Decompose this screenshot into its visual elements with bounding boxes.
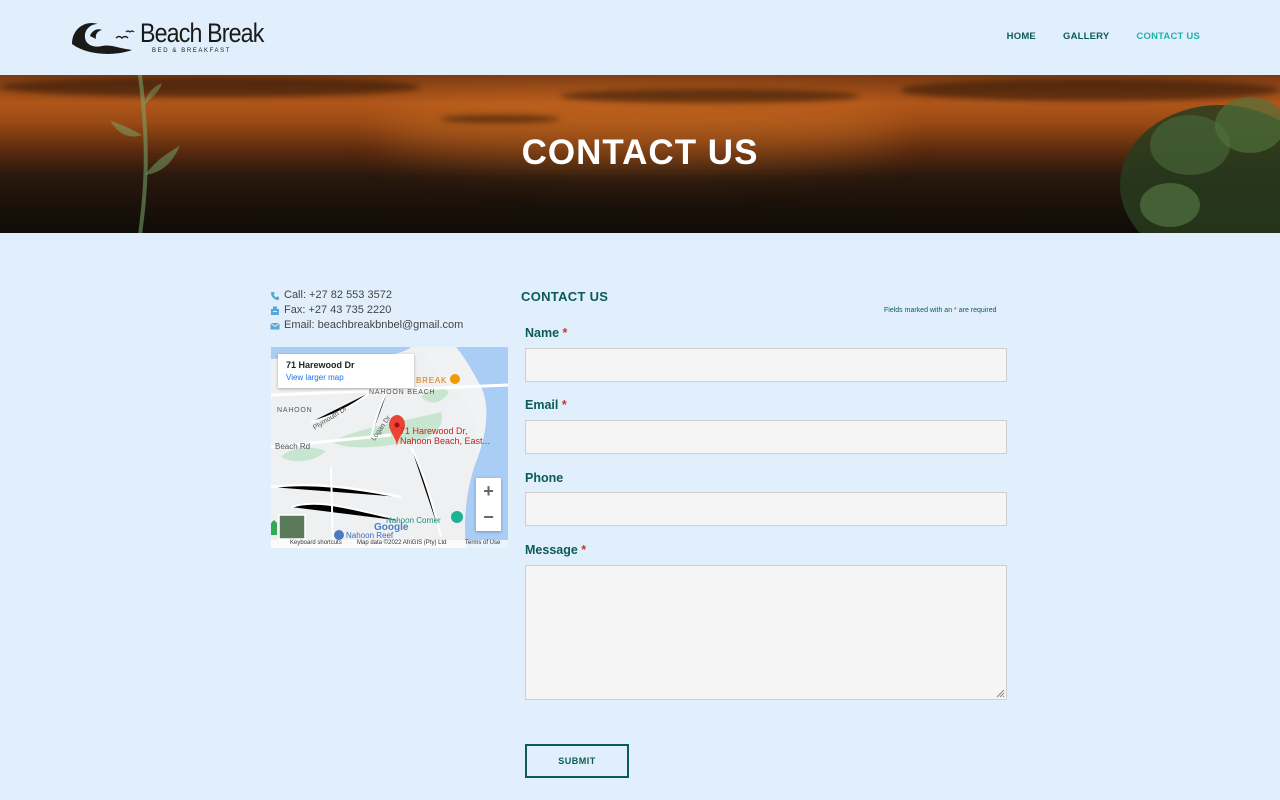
zoom-out-button[interactable]: − [476, 504, 501, 530]
message-label-text: Message [525, 543, 578, 557]
contact-email-text: Email: beachbreakbnbel@gmail.com [284, 319, 464, 331]
phone-input[interactable] [525, 492, 1007, 526]
required-star: * [562, 326, 568, 340]
required-star: * [561, 398, 567, 412]
required-note-prefix: Fields marked with an [884, 307, 953, 314]
fax-icon [271, 306, 279, 315]
form-title: CONTACT US [521, 289, 609, 304]
cloud-shape [440, 115, 560, 123]
contact-email[interactable]: Email: beachbreakbnbel@gmail.com [270, 318, 463, 333]
contact-phone[interactable]: Call: +27 82 553 3572 [270, 288, 463, 303]
map-place-card: 71 Harewood Dr View larger map [278, 354, 414, 388]
map-zoom-controls: + − [476, 478, 501, 531]
submit-button[interactable]: SUBMIT [525, 744, 629, 778]
main-nav: HOME GALLERY CONTACT US [1007, 31, 1200, 42]
contact-fax-text: Fax: +27 43 735 2220 [284, 304, 392, 316]
nav-gallery[interactable]: GALLERY [1063, 31, 1109, 42]
name-input[interactable] [525, 348, 1007, 382]
contact-fax: Fax: +27 43 735 2220 [270, 303, 463, 318]
contact-info: Call: +27 82 553 3572 Fax: +27 43 735 22… [270, 288, 463, 333]
zoom-in-button[interactable]: + [476, 478, 501, 504]
envelope-icon [270, 322, 280, 329]
map-data-attribution: Map data ©2022 AfriGIS (Pty) Ltd [357, 540, 447, 546]
keyboard-shortcuts-link[interactable]: Keyboard shortcuts [290, 540, 342, 546]
map-label-nahoon-beach: NAHOON BEACH [369, 389, 436, 396]
brand-name: Beach Break [140, 18, 264, 48]
phone-icon [271, 291, 279, 300]
cloud-shape [0, 77, 420, 97]
phone-label: Phone [525, 471, 563, 485]
map-label-beach-rd: Beach Rd [275, 442, 311, 451]
contact-phone-text: Call: +27 82 553 3572 [284, 289, 392, 301]
map-pin-address-line1: 71 Harewood Dr, [400, 426, 468, 436]
nav-contact-us[interactable]: CONTACT US [1136, 31, 1200, 42]
google-logo: Google [374, 522, 409, 533]
email-label: Email * [525, 398, 567, 412]
cloud-shape [560, 89, 860, 103]
required-note: Fields marked with an * are required [884, 307, 996, 314]
required-star: * [581, 543, 587, 557]
email-input[interactable] [525, 420, 1007, 454]
message-textarea[interactable] [525, 565, 1007, 700]
map-footer: Keyboard shortcuts Map data ©2022 AfriGI… [271, 540, 508, 548]
google-map[interactable]: 71 Harewood Dr View larger map BREAK NAH… [271, 347, 508, 548]
map-place-title: 71 Harewood Dr [286, 360, 355, 370]
map-pin-address: 71 Harewood Dr, Nahoon Beach, East... [400, 426, 490, 446]
required-note-suffix: are required [958, 307, 997, 314]
map-pin-address-line2: Nahoon Beach, East... [400, 436, 491, 446]
name-label-text: Name [525, 326, 560, 340]
map-label-nahoon: NAHOON [277, 407, 313, 414]
message-label: Message * [525, 543, 586, 557]
required-note-star: * [954, 307, 957, 314]
brand-tagline: BED & BREAKFAST [152, 48, 232, 54]
email-label-text: Email [525, 398, 559, 412]
resize-handle-icon[interactable] [995, 688, 1005, 698]
nav-home[interactable]: HOME [1007, 31, 1036, 42]
phone-label-text: Phone [525, 471, 564, 485]
terms-of-use-link[interactable]: Terms of Use [465, 540, 500, 546]
hero-banner: CONTACT US [0, 75, 1280, 233]
name-label: Name * [525, 326, 567, 340]
site-logo[interactable]: Beach Break BED & BREAKFAST [70, 16, 264, 60]
view-larger-map-link[interactable]: View larger map [286, 373, 406, 382]
wave-logo-icon [72, 22, 135, 54]
page-title: CONTACT US [521, 133, 759, 172]
site-header: Beach Break BED & BREAKFAST HOME GALLERY… [0, 0, 1280, 75]
map-label-break: BREAK [416, 376, 448, 385]
